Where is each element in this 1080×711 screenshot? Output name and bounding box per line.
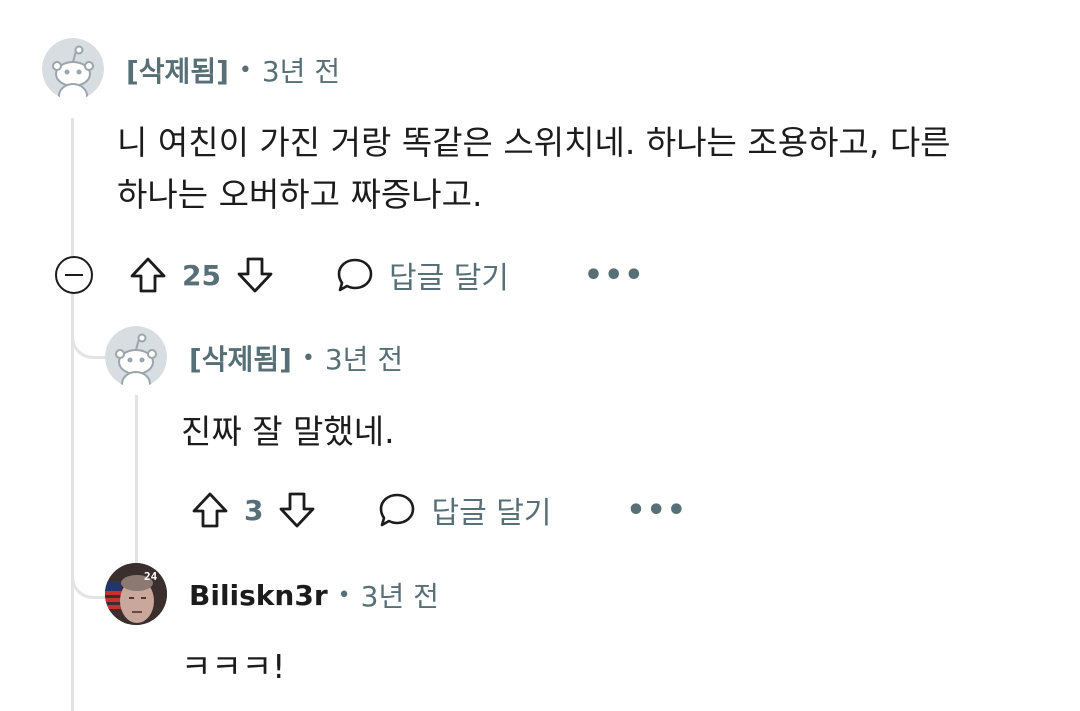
vote-score: 3 [244, 493, 264, 527]
thread-line-main [71, 118, 74, 258]
thread-elbow-reply-2 [71, 540, 108, 599]
comment-body: 니 여친이 가진 거랑 똑같은 스위치네. 하나는 조용하고, 다른 하나는 오… [117, 123, 951, 214]
reply-button[interactable]: 답글 달기 [377, 488, 551, 532]
separator-dot: • [337, 582, 351, 608]
more-options-button[interactable]: ••• [626, 493, 687, 528]
author-name[interactable]: [삭제됨] [189, 338, 292, 378]
comment-meta: [삭제됨] • 3년 전 [189, 338, 403, 378]
comment-actions: 25 답글 달기 ••• [128, 250, 644, 300]
snoo-avatar-icon [42, 38, 104, 100]
avatar[interactable] [42, 38, 104, 100]
author-name[interactable]: Biliskn3r [189, 579, 328, 612]
comment-bubble-icon [380, 493, 415, 527]
timestamp[interactable]: 3년 전 [325, 338, 403, 378]
separator-dot: • [301, 345, 315, 371]
thread-elbow-reply-1 [71, 300, 108, 359]
author-name[interactable]: [삭제됨] [126, 50, 229, 90]
user-avatar-icon: 24 [105, 563, 167, 625]
more-options-button[interactable]: ••• [584, 258, 645, 293]
comment-body: ㅋㅋㅋ! [181, 647, 286, 686]
timestamp[interactable]: 3년 전 [361, 575, 439, 615]
comment-meta: [삭제됨] • 3년 전 [126, 50, 340, 90]
avatar-badge-text: 24 [144, 570, 158, 583]
comment-meta: Biliskn3r • 3년 전 [189, 575, 439, 615]
thread-line-reply-1 [135, 395, 138, 565]
upvote-icon[interactable] [190, 490, 230, 530]
vote-score: 25 [182, 258, 221, 292]
comment-body: 진짜 잘 말했네. [181, 412, 395, 451]
collapse-icon[interactable] [55, 256, 93, 294]
snoo-avatar-icon [105, 326, 167, 388]
timestamp[interactable]: 3년 전 [262, 50, 340, 90]
thread-line-main-lower [71, 292, 74, 711]
avatar[interactable] [105, 326, 167, 388]
reply-label: 답글 달기 [431, 496, 552, 531]
downvote-icon[interactable] [277, 490, 317, 530]
reply-label: 답글 달기 [388, 261, 509, 296]
comment-actions: 3 답글 달기 ••• [190, 485, 687, 535]
upvote-icon[interactable] [128, 255, 168, 295]
separator-dot: • [238, 57, 252, 83]
avatar[interactable]: 24 [105, 563, 167, 625]
comment-bubble-icon [337, 258, 373, 292]
reply-button[interactable]: 답글 달기 [335, 253, 509, 297]
downvote-icon[interactable] [235, 255, 275, 295]
